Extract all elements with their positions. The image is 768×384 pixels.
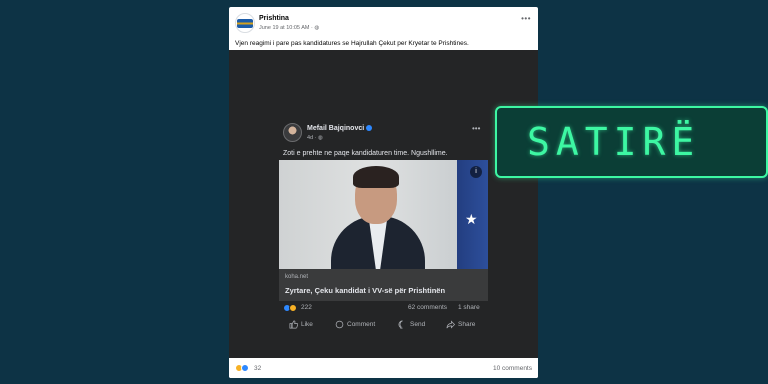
like-reaction-icon[interactable] [241,364,249,372]
embedded-text: Zoti e prehte ne paqe kandidaturen time.… [283,150,448,157]
page-name[interactable]: Prishtina [259,15,289,22]
more-icon[interactable]: ••• [521,14,531,23]
link-title: Zyrtare, Çeku kandidat i VV-së për Prish… [285,286,446,295]
facebook-post: Prishtina June 19 at 10:05 AM · ◍ ••• Vj… [229,7,538,378]
embedded-stats: 222 62 comments 1 share [283,303,484,315]
haha-reaction-icon [289,304,297,312]
like-action: Like [289,318,313,330]
comment-icon [335,320,344,328]
person-hair [353,166,399,188]
post-caption: Vjen reagimi i pare pas kandidatures se … [235,40,469,47]
share-action: Share [446,318,475,330]
verified-icon [366,125,373,132]
post-header: Prishtina June 19 at 10:05 AM · ◍ ••• [229,7,538,37]
embedded-reaction-count: 222 [301,304,312,311]
author-avatar [283,123,302,142]
author-name-row: Mefail Bajqinovci [307,125,373,132]
send-label: Send [410,320,426,328]
satire-label: SATIRË [527,120,701,164]
post-meta: June 19 at 10:05 AM · ◍ [259,25,319,31]
link-domain: koha.net [285,274,309,280]
share-label: Share [458,320,476,328]
post-footer: 32 10 comments [229,358,538,378]
send-action: Send [398,318,425,330]
reaction-count[interactable]: 32 [254,365,261,372]
embedded-meta: 4d · ◍ [307,135,323,141]
like-icon [289,320,298,328]
share-icon [446,319,455,329]
embedded-screenshot[interactable]: Mefail Bajqinovci 4d · ◍ ••• Zoti e preh… [229,50,538,358]
like-label: Like [301,320,313,328]
info-icon: i [470,166,482,178]
reaction-icons [283,303,301,313]
comment-label: Comment [347,320,376,328]
comment-action: Comment [335,318,375,330]
embedded-action-bar: Like Comment Send Share [283,318,484,332]
embedded-shares-count: 1 share [458,304,480,311]
embedded-comments-count: 62 comments [408,304,448,311]
comments-count[interactable]: 10 comments [493,365,532,372]
send-icon [398,320,403,328]
page-avatar[interactable] [235,13,255,33]
author-name: Mefail Bajqinovci [307,125,365,132]
news-photo: ★ i [279,160,488,269]
prishtina-logo [237,18,253,28]
more-icon: ••• [472,124,481,133]
star-icon: ★ [465,211,478,227]
post-timestamp[interactable]: June 19 at 10:05 AM · [259,25,314,31]
embedded-timestamp: 4d · [307,135,319,141]
globe-icon: ◍ [314,25,320,31]
globe-icon: ◍ [318,135,323,141]
satire-banner: SATIRË [495,106,768,178]
link-preview: koha.net Zyrtare, Çeku kandidat i VV-së … [279,269,488,301]
